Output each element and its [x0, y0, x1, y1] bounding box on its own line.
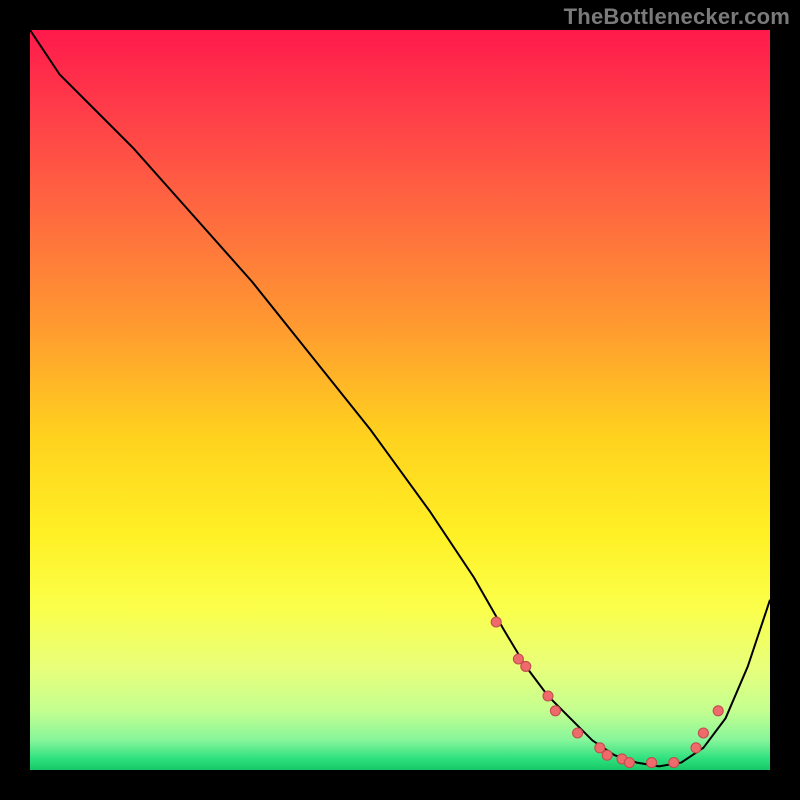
highlight-dot — [491, 617, 501, 627]
highlight-dot — [713, 706, 723, 716]
highlight-dot — [602, 750, 612, 760]
plot-area — [30, 30, 770, 770]
highlight-dot — [698, 728, 708, 738]
highlight-dot — [647, 758, 657, 768]
highlight-dot — [573, 728, 583, 738]
chart-svg — [30, 30, 770, 770]
chart-frame: TheBottlenecker.com — [0, 0, 800, 800]
highlight-dot — [521, 661, 531, 671]
highlight-dot — [543, 691, 553, 701]
highlight-dot — [669, 758, 679, 768]
highlight-dot — [624, 758, 634, 768]
highlight-dot — [550, 706, 560, 716]
gradient-background — [30, 30, 770, 770]
watermark-text: TheBottlenecker.com — [564, 4, 790, 30]
highlight-dot — [691, 743, 701, 753]
